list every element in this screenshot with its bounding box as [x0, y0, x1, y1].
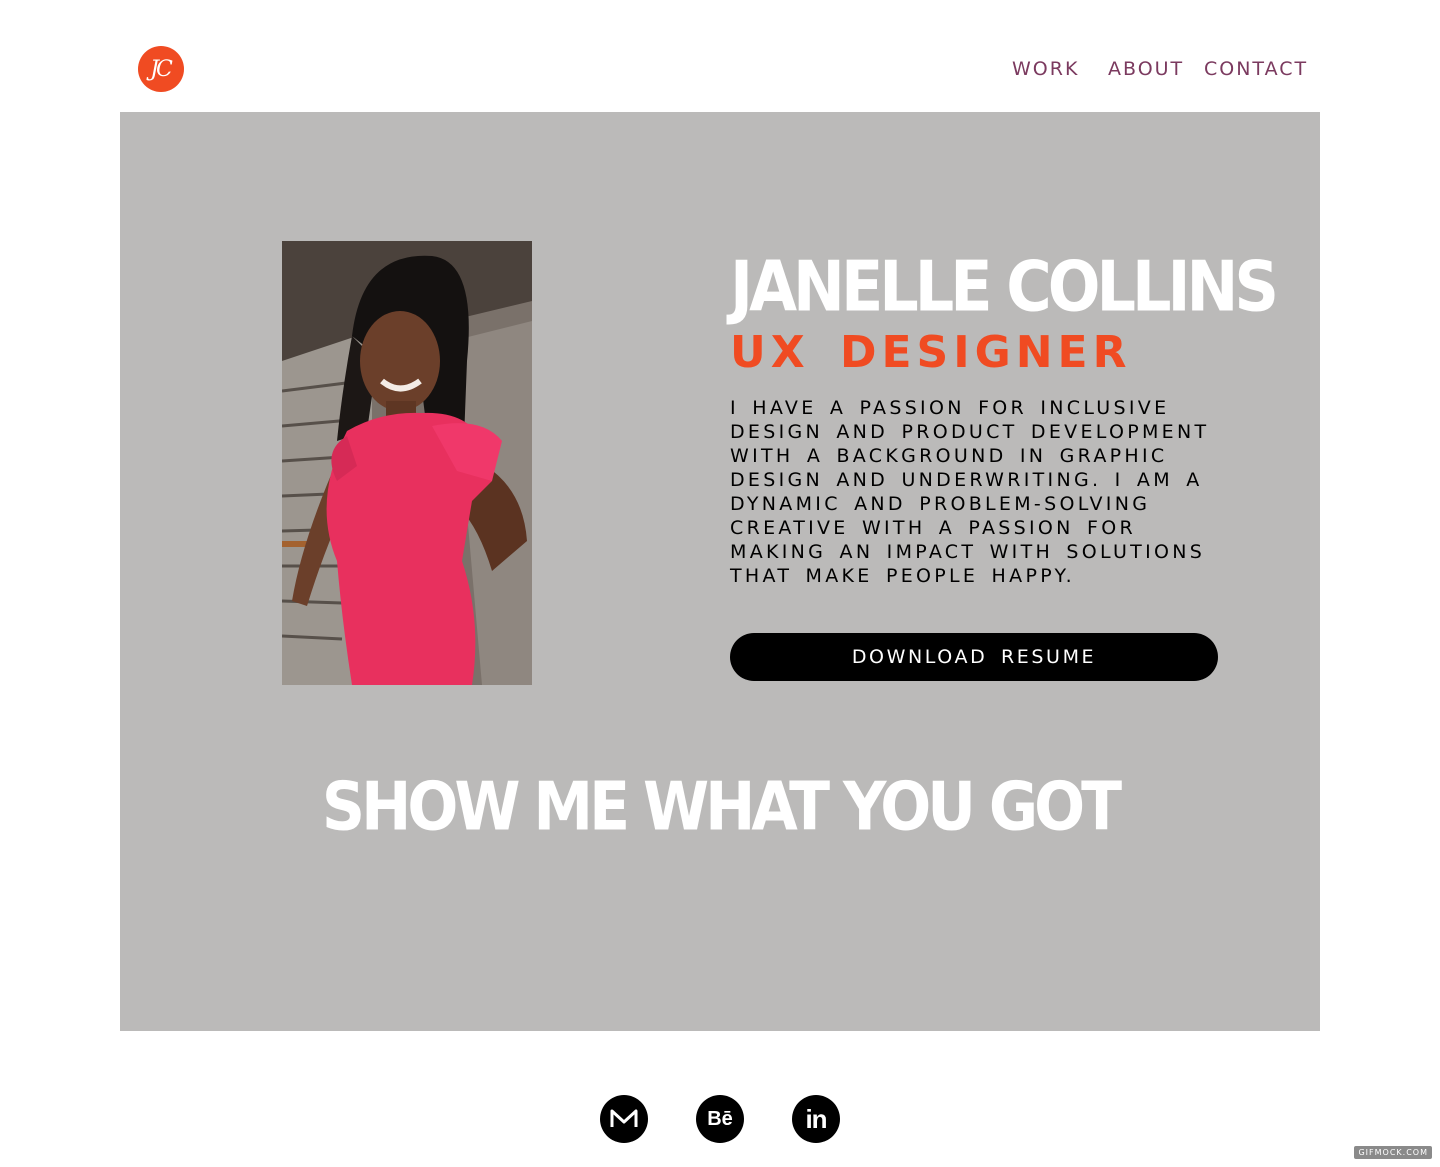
- nav-about-link[interactable]: ABOUT: [1108, 58, 1204, 80]
- nav-contact-link[interactable]: CONTACT: [1204, 58, 1308, 80]
- bio-text: I HAVE A PASSION FOR INCLUSIVE DESIGN AN…: [730, 397, 1210, 587]
- role-heading: UX DESIGNER: [730, 327, 1132, 378]
- behance-link[interactable]: Bē: [696, 1095, 744, 1143]
- linkedin-icon: in: [805, 1103, 827, 1134]
- tagline-heading: SHOW ME WHAT YOU GOT: [321, 768, 1122, 847]
- nav-work-link[interactable]: WORK: [1012, 58, 1108, 80]
- name-heading: JANELLE COLLINS: [730, 245, 1279, 328]
- download-resume-button[interactable]: DOWNLOAD RESUME: [730, 633, 1218, 681]
- logo-monogram: JC: [150, 56, 173, 82]
- social-links: Bē in: [600, 1095, 840, 1143]
- main-nav: WORK ABOUT CONTACT: [1012, 58, 1308, 80]
- watermark-badge: GIFMOCK.COM: [1354, 1146, 1432, 1159]
- behance-icon: Bē: [707, 1107, 733, 1130]
- logo[interactable]: JC: [138, 46, 184, 92]
- profile-photo: [282, 241, 532, 685]
- hero-section: JANELLE COLLINS UX DESIGNER I HAVE A PAS…: [120, 112, 1320, 1031]
- medium-icon: [610, 1109, 638, 1129]
- linkedin-link[interactable]: in: [792, 1095, 840, 1143]
- medium-link[interactable]: [600, 1095, 648, 1143]
